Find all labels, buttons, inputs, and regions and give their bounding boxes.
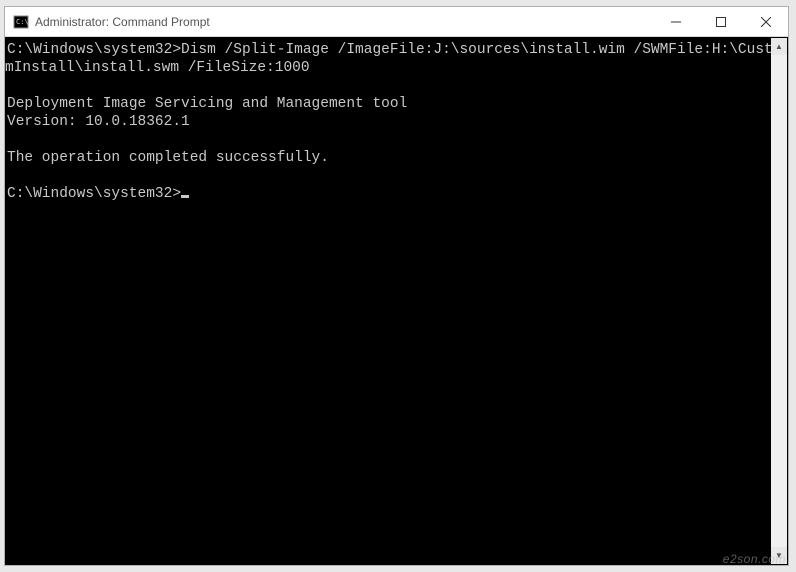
vertical-scrollbar[interactable]: ▲ ▼ (771, 38, 787, 564)
blank-line (5, 168, 7, 184)
window-title: Administrator: Command Prompt (35, 15, 210, 29)
prompt: C:\Windows\system32> (7, 42, 181, 58)
scroll-up-arrow-icon[interactable]: ▲ (771, 38, 787, 55)
terminal-output[interactable]: C:\Windows\system32>Dism /Split-Image /I… (5, 37, 788, 565)
output-line: The operation completed successfully. (5, 150, 329, 166)
window-controls (653, 7, 788, 36)
output-line: Deployment Image Servicing and Managemen… (5, 96, 407, 112)
close-button[interactable] (743, 7, 788, 36)
prompt: C:\Windows\system32> (7, 186, 181, 202)
maximize-button[interactable] (698, 7, 743, 36)
blank-line (5, 78, 7, 94)
minimize-button[interactable] (653, 7, 698, 36)
scrollbar-track[interactable] (771, 55, 787, 547)
titlebar[interactable]: C:\ Administrator: Command Prompt (5, 7, 788, 37)
command-prompt-window: C:\ Administrator: Command Prompt C:\Win… (4, 6, 789, 566)
svg-text:C:\: C:\ (16, 18, 29, 26)
cursor (181, 195, 189, 198)
output-line: Version: 10.0.18362.1 (5, 114, 190, 130)
blank-line (5, 132, 7, 148)
scroll-down-arrow-icon[interactable]: ▼ (771, 547, 787, 564)
cmd-icon: C:\ (13, 14, 29, 30)
